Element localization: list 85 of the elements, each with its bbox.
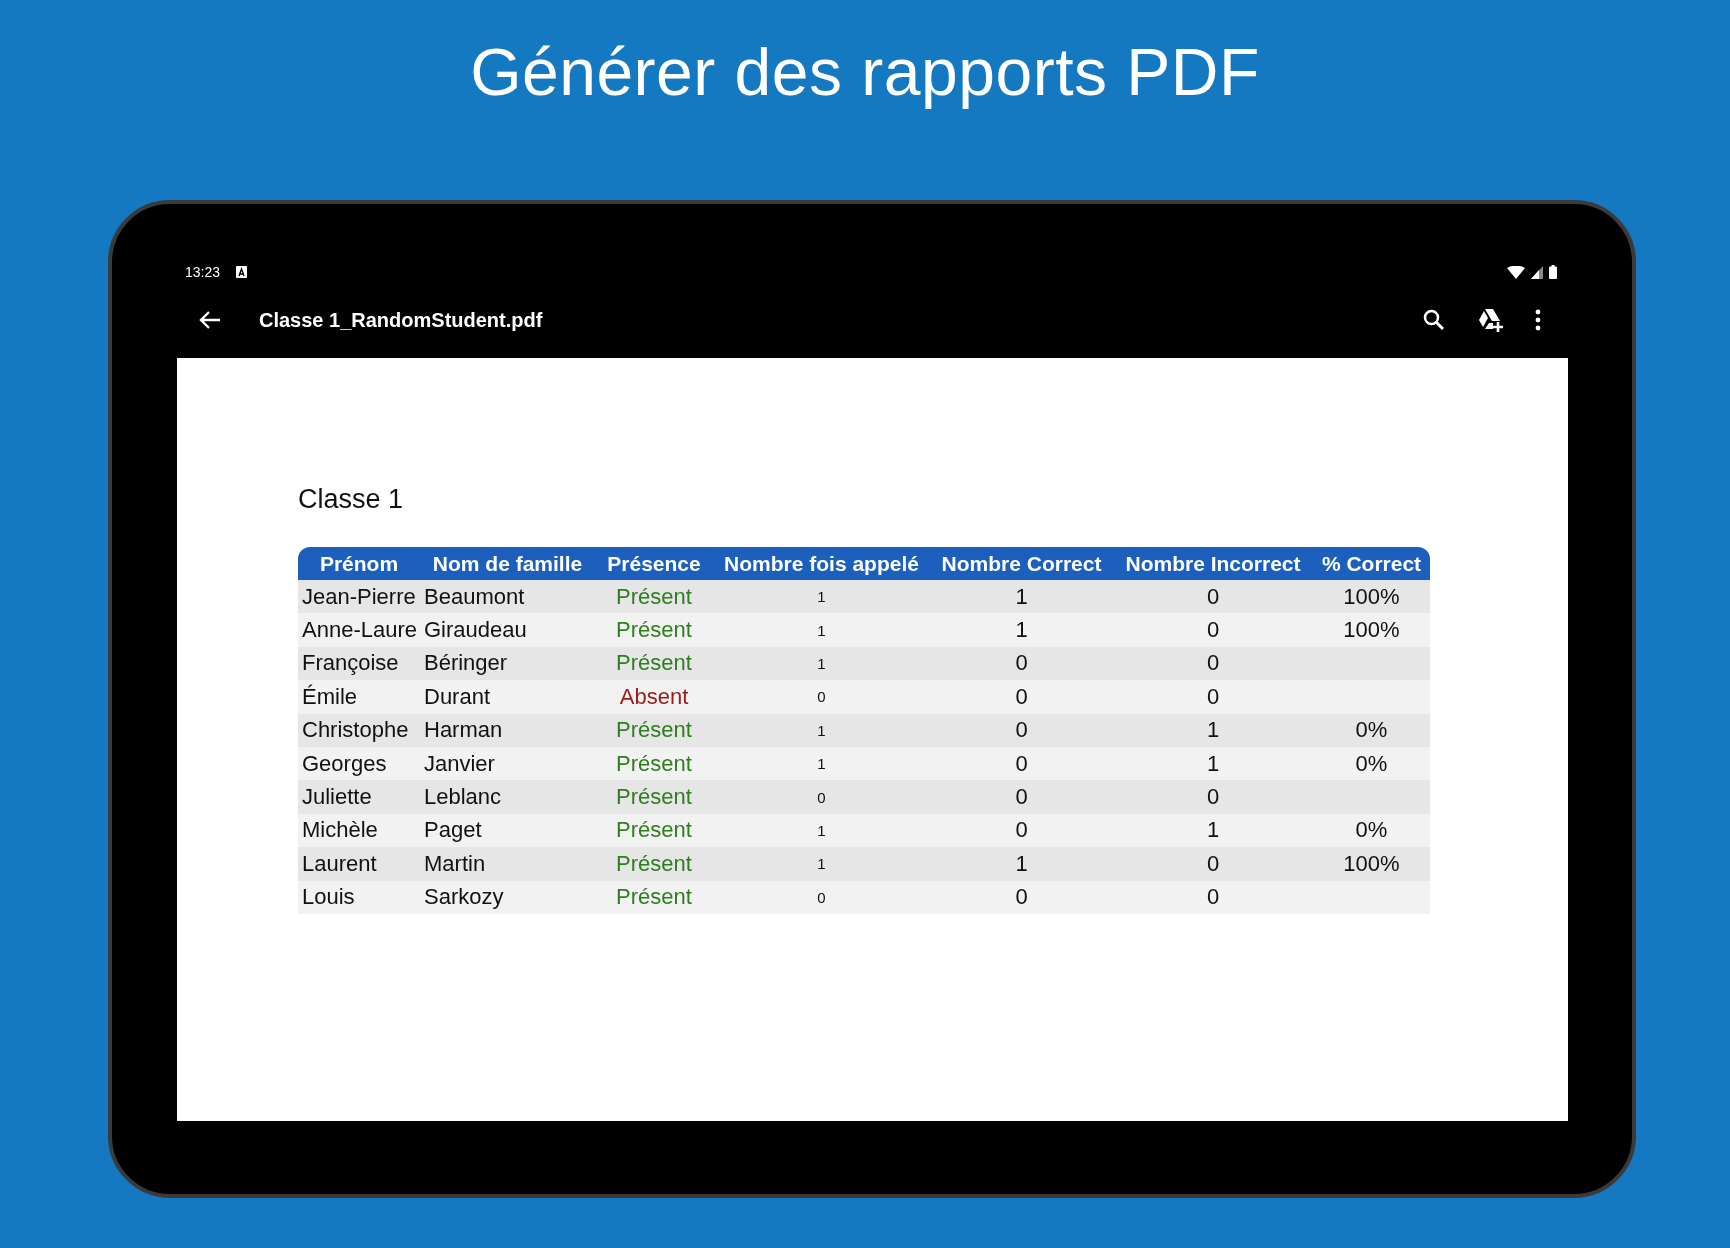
table-cell-text: 1 — [1205, 750, 1221, 777]
table-cell-text: Présent — [615, 650, 693, 677]
table-cell-text: 0 — [1205, 884, 1221, 911]
search-icon — [1423, 309, 1445, 331]
status-time: 13:23 — [185, 264, 221, 280]
table-cell-text: 0% — [1354, 817, 1389, 844]
column-header: Nom de famille — [431, 551, 584, 576]
table-cell-text: 0 — [1205, 650, 1221, 677]
table-cell-text: Présent — [615, 850, 693, 877]
document-title: Classe 1_RandomStudent.pdf — [259, 308, 543, 332]
table-cell-text: 0% — [1354, 750, 1389, 777]
table-cell-text: Leblanc — [423, 784, 503, 811]
table-cell-text: 100% — [1342, 617, 1401, 644]
table-cell-text: Présent — [615, 884, 693, 911]
table-cell-text: 0 — [816, 688, 827, 706]
table-cell-text: 0 — [1014, 750, 1029, 777]
table-cell-text: Louis — [301, 884, 356, 911]
table-cell-text: 1 — [816, 654, 827, 672]
more-vertical-icon — [1535, 309, 1541, 331]
table-cell-text: Janvier — [423, 750, 496, 777]
table-cell-text: 1 — [816, 621, 827, 639]
table-cell-text: Françoise — [301, 650, 400, 677]
table-cell-text: 0 — [1014, 683, 1029, 710]
table-cell-text: 1 — [816, 855, 827, 873]
table-cell-text: 0 — [1014, 784, 1029, 811]
table-cell-text: Jean-Pierre — [301, 583, 417, 610]
back-arrow-icon — [199, 310, 221, 330]
headline: Générer des rapports PDF — [470, 36, 1260, 108]
table-cell-text: Présent — [615, 583, 693, 610]
signal-icon — [1531, 265, 1543, 279]
battery-icon — [1549, 265, 1557, 279]
table-cell-text: 1 — [1205, 717, 1221, 744]
report-title: Classe 1 — [298, 484, 405, 515]
table-cell-text: 1 — [816, 721, 827, 739]
table-cell-text: Giraudeau — [423, 617, 528, 644]
column-header: % Correct — [1320, 551, 1423, 576]
table-cell-text: Présent — [615, 717, 693, 744]
table-cell-text: 0 — [816, 788, 827, 806]
table-cell-text: Martin — [423, 850, 487, 877]
table-cell-text: 1 — [816, 821, 827, 839]
table-cell-text: Christophe — [301, 717, 410, 744]
table-cell-text: Absent — [618, 683, 690, 710]
table-cell-text: Beaumont — [423, 583, 526, 610]
table-cell-text: Paget — [423, 817, 483, 844]
table-cell-text: Sarkozy — [423, 884, 505, 911]
table-cell-text: 1 — [816, 755, 827, 773]
table-cell-text: Présent — [615, 817, 693, 844]
table-cell-text: 0 — [1014, 717, 1029, 744]
table-cell-text: 0 — [1205, 583, 1221, 610]
table-cell-text: 1 — [1014, 617, 1029, 644]
table-cell-text: 0 — [1205, 784, 1221, 811]
table-cell-text: 0 — [1205, 850, 1221, 877]
table-cell-text: 1 — [816, 588, 827, 606]
table-cell-text: 0 — [1205, 683, 1221, 710]
table-cell-text: 100% — [1342, 583, 1401, 610]
table-cell-text: 100% — [1342, 850, 1401, 877]
column-header: Nombre fois appelé — [723, 551, 920, 576]
table-cell-text: Émile — [301, 683, 358, 710]
table-cell-text: Présent — [615, 617, 693, 644]
table-cell-text: Laurent — [301, 850, 378, 877]
table-cell-text: Georges — [301, 750, 388, 777]
table-cell-text: 0 — [1014, 817, 1029, 844]
column-header: Nombre Incorrect — [1124, 551, 1302, 576]
table-cell-text: 0 — [1014, 884, 1029, 911]
table-cell-text: Béringer — [423, 650, 509, 677]
table-cell-text: Anne-Laure — [301, 617, 418, 644]
table-cell-text: Présent — [615, 784, 693, 811]
table-cell-text: 1 — [1014, 583, 1029, 610]
notification-icon — [236, 266, 248, 278]
table-cell-text: 0 — [1205, 617, 1221, 644]
table-cell-text: Juliette — [301, 784, 373, 811]
table-cell-text: 0% — [1354, 717, 1389, 744]
table-cell-text: 0 — [1014, 650, 1029, 677]
table-cell-text: 0 — [816, 888, 827, 906]
table-cell-text: Harman — [423, 717, 504, 744]
column-header: Prénom — [318, 551, 400, 576]
table-cell-text: Michèle — [301, 817, 379, 844]
wifi-icon — [1507, 265, 1525, 279]
column-header: Présence — [606, 551, 702, 576]
table-cell-text: Présent — [615, 750, 693, 777]
table-cell-text: 1 — [1014, 850, 1029, 877]
table-cell-text: 1 — [1205, 817, 1221, 844]
triangle-plus-icon — [1477, 308, 1503, 332]
table-cell-text: Durant — [423, 683, 492, 710]
column-header: Nombre Correct — [940, 551, 1103, 576]
